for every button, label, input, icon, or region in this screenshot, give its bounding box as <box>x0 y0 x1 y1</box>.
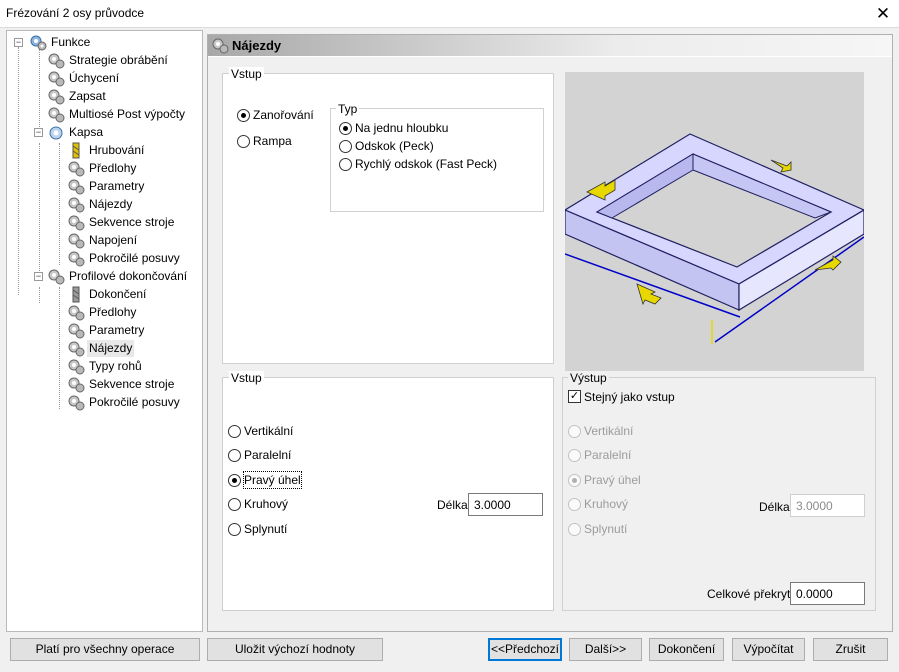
delka-out-input[interactable]: 3.0000 <box>790 494 865 517</box>
apply-all-button[interactable]: Platí pro všechny operace <box>10 638 200 661</box>
radio-label: Zanořování <box>253 108 314 122</box>
radio-label: Kruhový <box>244 497 289 511</box>
vstup-top-caption: Vstup <box>229 67 264 81</box>
radio-label: Paralelní <box>584 448 632 462</box>
radio-indicator <box>339 140 352 153</box>
vstup-bottom-caption: Vstup <box>229 371 264 385</box>
overlap-input[interactable]: 0.0000 <box>790 582 865 605</box>
section-title: Nájezdy <box>232 38 282 53</box>
typ-caption: Typ <box>336 102 360 116</box>
radio-label: Na jednu hloubku <box>355 121 449 135</box>
tree-label: Parametry <box>89 179 145 193</box>
radio-indicator <box>228 449 241 462</box>
radio-indicator <box>568 523 581 536</box>
gears-icon <box>211 37 229 57</box>
tree-label: Multiosé Post výpočty <box>69 107 186 121</box>
tree-label: Úchycení <box>69 71 120 85</box>
radio-label: Kruhový <box>584 497 629 511</box>
radio-indicator <box>237 135 250 148</box>
radio-indicator <box>228 474 241 487</box>
tree-label: Sekvence stroje <box>89 377 175 391</box>
delka-out-label: Délka <box>759 500 790 514</box>
next-button[interactable]: Další>> <box>569 638 642 661</box>
finish-button[interactable]: Dokončení <box>649 638 724 661</box>
radio-indicator <box>228 425 241 438</box>
tree-label: Strategie obrábění <box>69 53 168 67</box>
pocket-frame-illustration <box>565 133 864 344</box>
title-bar: Frézování 2 osy průvodce ✕ <box>0 0 899 28</box>
radio-label: Pravý úhel <box>584 473 641 487</box>
radio-label: Odskok (Peck) <box>355 139 434 153</box>
tree-label: Sekvence stroje <box>89 215 175 229</box>
close-icon[interactable]: ✕ <box>868 0 898 28</box>
compute-button[interactable]: Výpočítat <box>732 638 805 661</box>
tree-label: Pokročilé posuvy <box>89 251 180 265</box>
tree-label: Předlohy <box>89 305 137 319</box>
tree-label: Nájezdy <box>89 197 133 211</box>
same-as-input-checkbox[interactable]: ✓ <box>568 390 581 403</box>
tree-label: Nájezdy <box>87 340 135 357</box>
delka-input[interactable]: 3.0000 <box>468 493 543 516</box>
radio-label: Rampa <box>253 134 292 148</box>
tree-label: Parametry <box>89 323 145 337</box>
tree-label: Hrubování <box>89 143 145 157</box>
radio-indicator <box>568 498 581 511</box>
tree-label: Dokončení <box>89 287 147 301</box>
overlap-label: Celkové překrytí <box>707 587 794 601</box>
radio-indicator <box>228 498 241 511</box>
gears-icon <box>29 34 47 56</box>
delka-label: Délka <box>437 498 468 512</box>
radio-label: Paralelní <box>244 448 292 462</box>
tree-toggle-kapsa[interactable]: − <box>34 128 43 137</box>
lead-in-preview <box>565 72 864 371</box>
radio-label: Pravý úhel <box>243 471 302 489</box>
radio-indicator <box>228 523 241 536</box>
radio-label: Vertikální <box>244 424 294 438</box>
radio-indicator <box>568 474 581 487</box>
tree-label: Kapsa <box>69 125 104 139</box>
radio-indicator <box>339 158 352 171</box>
radio-indicator <box>568 425 581 438</box>
gears-icon <box>67 394 85 416</box>
tree-label: Pokročilé posuvy <box>89 395 180 409</box>
operation-tree[interactable]: − Funkce Strategie obrábění Úchycení Zap… <box>6 30 203 632</box>
vystup-caption: Výstup <box>568 371 609 385</box>
tree-toggle-profilove[interactable]: − <box>34 272 43 281</box>
window-title: Frézování 2 osy průvodce <box>6 6 145 20</box>
radio-label: Vertikální <box>584 424 634 438</box>
gears-icon <box>47 268 65 290</box>
tree-label: Napojení <box>89 233 138 247</box>
radio-indicator <box>339 122 352 135</box>
radio-label: Splynutí <box>244 522 288 536</box>
radio-indicator <box>237 109 250 122</box>
previous-button[interactable]: <<Předchozí <box>488 638 562 661</box>
radio-label: Rychlý odskok (Fast Peck) <box>355 157 498 171</box>
same-as-input-label: Stejný jako vstup <box>584 390 675 404</box>
save-defaults-button[interactable]: Uložit výchozí hodnoty <box>207 638 383 661</box>
tree-label: Zapsat <box>69 89 106 103</box>
cancel-button[interactable]: Zrušit <box>813 638 888 661</box>
tree-label: Předlohy <box>89 161 137 175</box>
radio-label: Splynutí <box>584 522 628 536</box>
section-header: Nájezdy <box>208 35 892 57</box>
radio-indicator <box>568 449 581 462</box>
tree-label: Profilové dokončování <box>69 269 188 283</box>
tree-label: Typy rohů <box>89 359 142 373</box>
tree-toggle-funkce[interactable]: − <box>14 38 23 47</box>
gear-icon <box>47 124 65 146</box>
tree-label: Funkce <box>51 35 91 49</box>
